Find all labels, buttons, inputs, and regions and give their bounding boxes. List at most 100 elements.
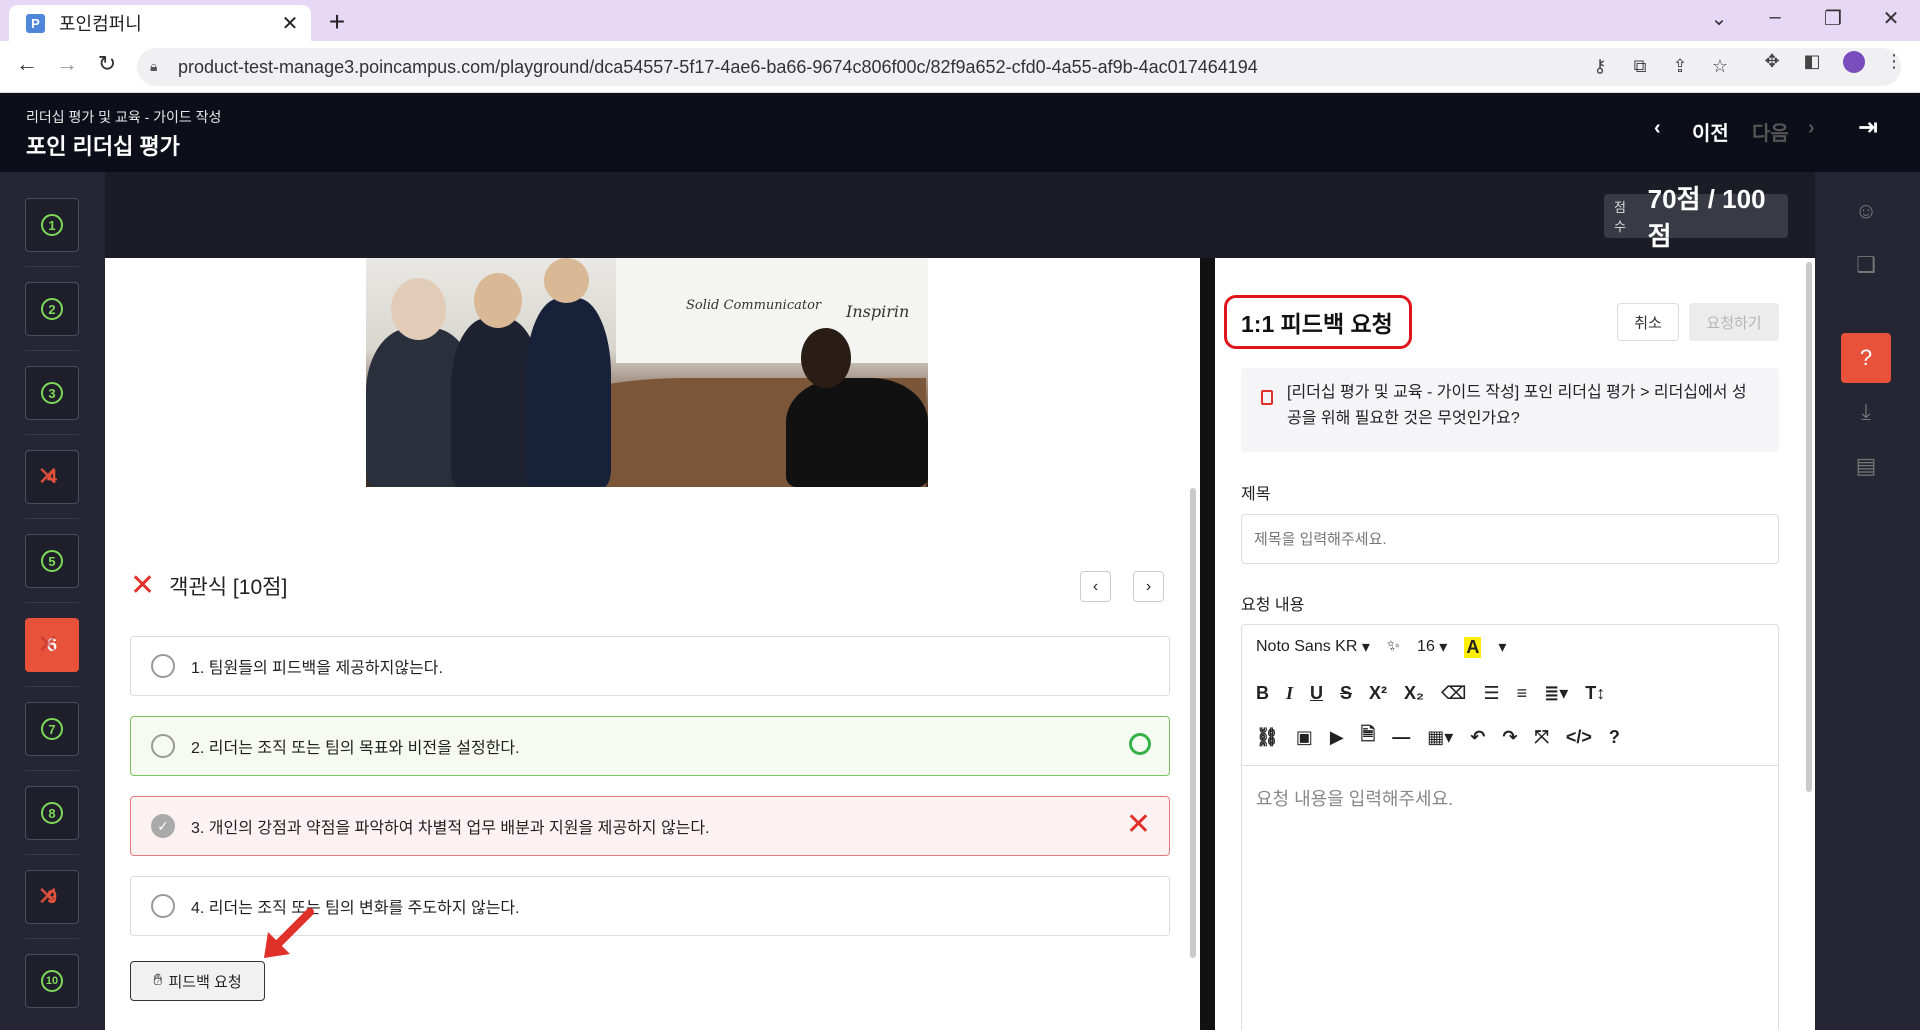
content-scrollbar[interactable] xyxy=(1190,488,1196,958)
next-button[interactable]: 다음 xyxy=(1752,117,1789,146)
bold-icon[interactable]: B xyxy=(1256,683,1269,704)
site-favicon-icon: P xyxy=(26,13,45,33)
prev-question-button[interactable]: ‹ xyxy=(1080,571,1111,602)
answer-option[interactable]: 1. 팀원들의 피드백을 제공하지않는다. xyxy=(130,636,1170,696)
side-panel-icon[interactable]: ◧ xyxy=(1800,51,1824,72)
horizontal-rule-icon[interactable]: — xyxy=(1392,727,1410,748)
tab-search-chevron-icon[interactable]: ⌄ xyxy=(1706,6,1732,31)
wrong-x-icon: ✕ xyxy=(1125,808,1151,841)
question-number: 10 xyxy=(41,970,63,992)
extensions-icon[interactable]: ✥ xyxy=(1760,51,1784,72)
font-size-select[interactable]: 16 ▾ xyxy=(1417,637,1447,657)
strikethrough-icon[interactable]: S xyxy=(1340,683,1352,704)
reference-text: [리더십 평가 및 교육 - 가이드 작성] 포인 리더십 평가 > 리더십에서… xyxy=(1287,384,1747,427)
new-tab-button[interactable]: + xyxy=(324,6,350,38)
numbered-list-icon[interactable]: ≡ xyxy=(1517,683,1528,704)
undo-icon[interactable]: ↶ xyxy=(1470,727,1485,748)
question-nav-8[interactable]: 8 xyxy=(25,786,79,840)
text-color-icon[interactable]: A xyxy=(1464,636,1482,658)
fullscreen-icon[interactable]: ⤧ xyxy=(1534,727,1548,748)
redo-icon[interactable]: ↷ xyxy=(1502,727,1517,748)
question-nav-10[interactable]: 10 xyxy=(25,954,79,1008)
code-view-icon[interactable]: </> xyxy=(1566,727,1592,748)
table-icon[interactable]: ▦▾ xyxy=(1427,727,1453,748)
radio-button[interactable] xyxy=(151,734,175,758)
breadcrumb: 리더십 평가 및 교육 - 가이드 작성 xyxy=(26,109,222,125)
key-icon[interactable]: ⚷ xyxy=(1588,56,1612,77)
tab-close-icon[interactable]: ✕ xyxy=(279,11,301,36)
mentor-icon[interactable]: ☺ xyxy=(1841,186,1891,236)
close-window-icon[interactable]: ✕ xyxy=(1878,6,1904,31)
font-size-value: 16 xyxy=(1417,638,1435,655)
question-nav-5[interactable]: 5 xyxy=(25,534,79,588)
question-nav-rail: 1 2 3 4 ✕ 5 6 ✕ 7 8 9 ✕ 10 xyxy=(0,172,105,1030)
exit-icon[interactable]: ⇥ xyxy=(1858,113,1878,142)
question-nav-7[interactable]: 7 xyxy=(25,702,79,756)
question-nav-2[interactable]: 2 xyxy=(25,282,79,336)
question-nav-4[interactable]: 4 ✕ xyxy=(25,450,79,504)
divider xyxy=(25,602,79,603)
file-icon[interactable]: 🗎︎ xyxy=(1361,722,1375,752)
eraser-icon[interactable]: ⌫ xyxy=(1441,683,1466,704)
text-style-icon[interactable]: T↕ xyxy=(1585,683,1605,704)
italic-icon[interactable]: I xyxy=(1286,683,1293,704)
underline-icon[interactable]: U xyxy=(1310,683,1323,704)
back-arrow-icon[interactable]: ← xyxy=(12,51,42,77)
subscript-icon[interactable]: X₂ xyxy=(1404,683,1424,704)
bookmark-star-icon[interactable]: ☆ xyxy=(1708,56,1732,77)
minimize-icon[interactable]: – xyxy=(1762,6,1788,29)
reload-icon[interactable]: ↻ xyxy=(92,51,122,77)
download-icon[interactable]: ⤓ xyxy=(1841,387,1891,437)
feedback-question-icon[interactable]: ? xyxy=(1841,333,1891,383)
score-label: 점수 xyxy=(1614,200,1626,234)
subject-input[interactable] xyxy=(1241,514,1779,564)
prev-chevron-icon[interactable]: ‹ xyxy=(1654,117,1661,140)
question-nav-1[interactable]: 1 xyxy=(25,198,79,252)
question-nav-6[interactable]: 6 ✕ xyxy=(25,618,79,672)
question-reference: [리더십 평가 및 교육 - 가이드 작성] 포인 리더십 평가 > 리더십에서… xyxy=(1241,368,1779,452)
wrong-x-icon: ✕ xyxy=(37,629,59,659)
link-icon[interactable]: ⛓︎ xyxy=(1256,727,1279,748)
book-icon[interactable]: ❑ xyxy=(1841,240,1891,290)
answer-option-selected-wrong[interactable]: ✓ 3. 개인의 강점과 약점을 파악하여 차별적 업무 배분과 지원을 제공하… xyxy=(130,796,1170,856)
magic-wand-icon[interactable]: ✨︎ xyxy=(1387,638,1400,656)
url-bar[interactable]: 🔒︎ product-test-manage3.poincampus.com/p… xyxy=(137,48,1901,86)
menu-kebab-icon[interactable]: ⋮ xyxy=(1882,51,1906,72)
right-tool-rail: ☺ ❑ ? ⤓ ▤ xyxy=(1815,172,1920,1030)
radio-button[interactable] xyxy=(151,894,175,918)
panel-scrollbar[interactable] xyxy=(1806,262,1812,792)
editor-toolbar-row: Noto Sans KR ▾ ✨︎ 16 ▾ A ▾ xyxy=(1242,625,1778,669)
font-family-select[interactable]: Noto Sans KR ▾ xyxy=(1256,637,1370,657)
option-text: 1. 팀원들의 피드백을 제공하지않는다. xyxy=(191,660,443,677)
rich-text-editor[interactable]: Noto Sans KR ▾ ✨︎ 16 ▾ A ▾ B I U S X² X₂… xyxy=(1241,624,1779,1030)
help-icon[interactable]: ? xyxy=(1609,727,1620,748)
cancel-button[interactable]: 취소 xyxy=(1617,303,1679,341)
feedback-title-highlight: 1:1 피드백 요청 xyxy=(1224,295,1412,349)
question-nav-9[interactable]: 9 ✕ xyxy=(25,870,79,924)
next-chevron-icon[interactable]: › xyxy=(1808,117,1815,140)
open-in-app-icon[interactable]: ⧉ xyxy=(1628,56,1652,77)
align-icon[interactable]: ≣▾ xyxy=(1544,683,1568,704)
person-head xyxy=(544,258,589,303)
feedback-request-button[interactable]: ✋︎ 피드백 요청 xyxy=(130,961,265,1001)
radio-button[interactable] xyxy=(151,654,175,678)
radio-checked-icon[interactable]: ✓ xyxy=(151,814,175,838)
video-icon[interactable]: ▶ xyxy=(1330,727,1344,748)
person-figure xyxy=(786,378,928,487)
profile-avatar[interactable] xyxy=(1843,51,1865,73)
prev-button[interactable]: 이전 xyxy=(1692,117,1729,146)
question-nav-3[interactable]: 3 xyxy=(25,366,79,420)
text-color-dropdown-icon[interactable]: ▾ xyxy=(1498,637,1506,657)
forward-arrow-icon[interactable]: → xyxy=(52,51,82,77)
restore-icon[interactable]: ❐ xyxy=(1820,6,1846,31)
answer-option-correct[interactable]: 2. 리더는 조직 또는 팀의 목표와 비전을 설정한다. xyxy=(130,716,1170,776)
image-icon[interactable]: ▣ xyxy=(1296,727,1313,748)
share-icon[interactable]: ⇪ xyxy=(1668,56,1692,77)
superscript-icon[interactable]: X² xyxy=(1369,683,1387,704)
bullet-list-icon[interactable]: ☰ xyxy=(1484,683,1500,704)
comment-icon[interactable]: ▤ xyxy=(1841,441,1891,491)
next-question-button[interactable]: › xyxy=(1133,571,1164,602)
browser-tab[interactable]: P 포인컴퍼니 ✕ xyxy=(9,5,311,41)
submit-request-button[interactable]: 요청하기 xyxy=(1689,303,1779,341)
wrong-x-icon: ✕ xyxy=(37,461,59,491)
